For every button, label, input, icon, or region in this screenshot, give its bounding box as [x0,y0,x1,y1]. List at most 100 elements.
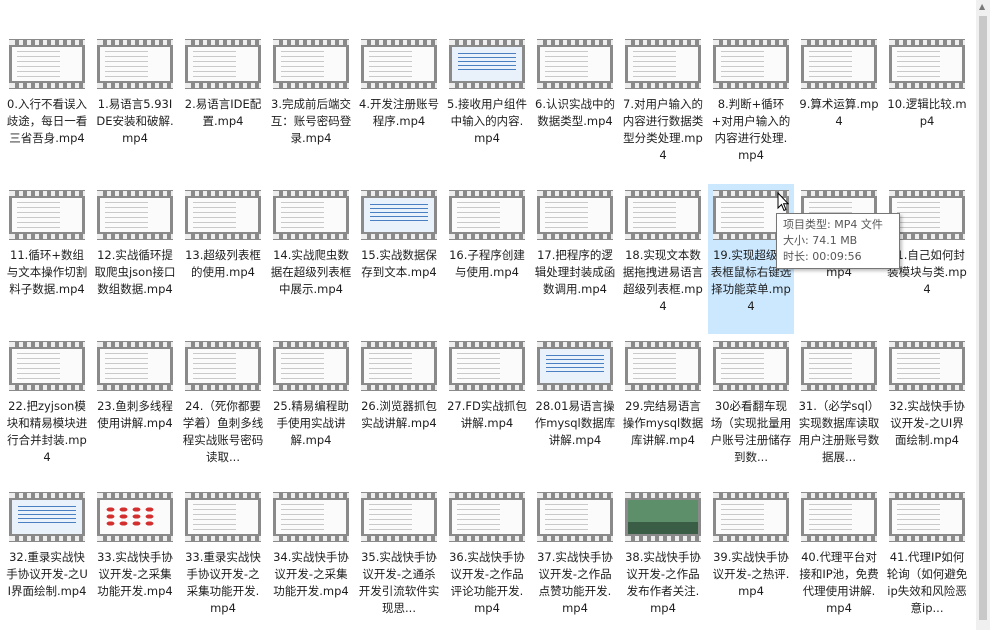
file-item[interactable]: 10.逻辑比较.mp4 [884,33,970,183]
file-item[interactable]: 0.入行不看误入歧途，每日一看三省吾身.mp4 [4,33,90,183]
file-name-label: 12.实战循环提取爬虫json接口数组数据.mp4 [94,248,176,296]
file-item[interactable]: 13.超级列表框的使用.mp4 [180,184,266,334]
file-item[interactable]: 12.实战循环提取爬虫json接口数组数据.mp4 [92,184,178,334]
file-name-label: 16.子程序创建与使用.mp4 [449,248,525,279]
video-thumbnail-icon [97,190,173,240]
file-name-label: 10.逻辑比较.mp4 [887,97,967,128]
file-name-label: 36.实战快手协议开发-之作品评论功能开发.mp4 [449,550,525,615]
file-item[interactable]: 1.易语言5.93IDE安装和破解.mp4 [92,33,178,183]
file-item[interactable]: 30必看翻车现场（实现批量用户账号注册储存到数... [708,335,794,485]
file-item[interactable]: 2.易语言IDE配置.mp4 [180,33,266,183]
file-item[interactable]: 28.01易语言操作mysql数据库讲解.mp4 [532,335,618,485]
file-item[interactable]: 22.把zyjson模块和精易模块进行合并封装.mp4 [4,335,90,485]
file-name-label: 24.（死你都要学着）鱼刺多线程实战账号密码读取... [182,399,264,464]
file-item[interactable]: 3.完成前后端交互：账号密码登录.mp4 [268,33,354,183]
file-item[interactable]: 7.对用户输入的内容进行数据类型分类处理.mp4 [620,33,706,183]
file-name-label: 32.实战快手协议开发-之UI界面绘制.mp4 [889,399,965,447]
file-item[interactable]: 24.（死你都要学着）鱼刺多线程实战账号密码读取... [180,335,266,485]
file-name-label: 22.把zyjson模块和精易模块进行合并封装.mp4 [6,399,88,464]
video-thumbnail-icon [625,492,701,542]
file-item[interactable]: 36.实战快手协议开发-之作品评论功能开发.mp4 [444,486,530,630]
video-thumbnail-icon [273,341,349,391]
file-view-large-icons: 0.入行不看误入歧途，每日一看三省吾身.mp4 1.易语言5.93IDE安装和破解… [0,0,976,630]
file-item[interactable]: 11.循环+数组与文本操作切割料子数据.mp4 [4,184,90,334]
file-name-label: 1.易语言5.93IDE安装和破解.mp4 [96,97,174,145]
file-item[interactable]: 8.判断+循环+对用户输入的内容进行处理.mp4 [708,33,794,183]
file-name-label: 28.01易语言操作mysql数据库讲解.mp4 [534,399,616,447]
file-name-label: 2.易语言IDE配置.mp4 [184,97,262,128]
file-item[interactable]: 27.FD实战抓包讲解.mp4 [444,335,530,485]
file-name-label: 11.循环+数组与文本操作切割料子数据.mp4 [6,248,88,296]
file-name-label: 40.代理平台对接和IP池，免费代理使用讲解.mp4 [799,550,879,615]
file-name-label: 37.实战快手协议开发-之作品点赞功能开发.mp4 [537,550,613,615]
video-thumbnail-icon [97,39,173,89]
file-item[interactable]: 38.实战快手协议开发-之作品发布作者关注.mp4 [620,486,706,630]
file-item[interactable]: 26.浏览器抓包实战讲解.mp4 [356,335,442,485]
file-item[interactable]: 18.实现文本数据拖拽进易语言超级列表框.mp4 [620,184,706,334]
file-item[interactable]: 17.把程序的逻辑处理封装成函数调用.mp4 [532,184,618,334]
video-thumbnail-icon [185,190,261,240]
file-item[interactable]: 15.实战数据保存到文本.mp4 [356,184,442,334]
video-thumbnail-icon [801,492,877,542]
file-item[interactable]: 31.（必学sql）实现数据库读取用户注册账号数据展... [796,335,882,485]
video-thumbnail-icon [889,492,965,542]
video-thumbnail-icon [9,341,85,391]
video-thumbnail-icon [537,190,613,240]
file-name-label: 4.开发注册账号程序.mp4 [359,97,439,128]
file-name-label: 9.算术运算.mp4 [799,97,879,128]
file-item[interactable]: 32.实战快手协议开发-之UI界面绘制.mp4 [884,335,970,485]
file-name-label: 0.入行不看误入歧途，每日一看三省吾身.mp4 [6,97,88,145]
video-thumbnail-icon [625,39,701,89]
file-item[interactable]: 4.开发注册账号程序.mp4 [356,33,442,183]
file-item[interactable]: 25.精易编程助手使用实战讲解.mp4 [268,335,354,485]
file-item[interactable]: 39.实战快手协议开发-之热评.mp4 [708,486,794,630]
file-item[interactable]: 16.子程序创建与使用.mp4 [444,184,530,334]
video-thumbnail-icon [361,190,437,240]
video-thumbnail-icon [889,190,965,240]
file-item[interactable]: 34.实战快手协议开发-之采集功能开发.mp4 [268,486,354,630]
file-name-label: 18.实现文本数据拖拽进易语言超级列表框.mp4 [622,248,704,313]
file-item[interactable]: 14.实战爬虫数据在超级列表框中展示.mp4 [268,184,354,334]
file-item[interactable]: 23.鱼刺多线程使用讲解.mp4 [92,335,178,485]
file-name-label: 7.对用户输入的内容进行数据类型分类处理.mp4 [622,97,704,162]
video-thumbnail-icon [9,39,85,89]
file-name-label: 35.实战快手协议开发-之通杀开发引流软件实现思... [358,550,440,615]
video-thumbnail-icon [273,39,349,89]
video-thumbnail-icon [185,341,261,391]
file-item[interactable]: 41.代理IP如何轮询（如何避免ip失效和风险恶意ip... [884,486,970,630]
file-item[interactable]: 9.算术运算.mp4 [796,33,882,183]
file-item[interactable]: 37.实战快手协议开发-之作品点赞功能开发.mp4 [532,486,618,630]
file-item[interactable]: 29.完结易语言操作mysql数据库讲解.mp4 [620,335,706,485]
file-name-label: 5.接收用户组件中输入的内容.mp4 [447,97,527,145]
video-thumbnail-icon [889,39,965,89]
file-item[interactable]: 6.认识实战中的数据类型.mp4 [532,33,618,183]
file-name-label: 25.精易编程助手使用实战讲解.mp4 [273,399,349,447]
file-item[interactable]: 5.接收用户组件中输入的内容.mp4 [444,33,530,183]
file-item[interactable]: 32.重录实战快手协议开发-之UI界面绘制.mp4 [4,486,90,630]
video-thumbnail-icon [97,492,173,542]
video-thumbnail-icon [449,492,525,542]
video-thumbnail-icon [537,341,613,391]
file-name-label: 38.实战快手协议开发-之作品发布作者关注.mp4 [625,550,701,615]
file-item[interactable]: 35.实战快手协议开发-之通杀开发引流软件实现思... [356,486,442,630]
tooltip-item-type: 项目类型: MP4 文件 [783,218,883,231]
file-item[interactable]: 33.实战快手协议开发-之采集功能开发.mp4 [92,486,178,630]
video-thumbnail-icon [185,492,261,542]
video-thumbnail-icon [361,492,437,542]
vertical-scrollbar[interactable]: ▲ [976,0,990,630]
video-thumbnail-icon [449,190,525,240]
file-item[interactable]: 33.重录实战快手协议开发-之采集功能开发.mp4 [180,486,266,630]
file-item[interactable]: 40.代理平台对接和IP池，免费代理使用讲解.mp4 [796,486,882,630]
file-name-label: 17.把程序的逻辑处理封装成函数调用.mp4 [534,248,616,296]
video-thumbnail-icon [273,492,349,542]
scroll-thumb[interactable] [979,16,987,620]
video-thumbnail-icon [889,341,965,391]
file-name-label: 32.重录实战快手协议开发-之UI界面绘制.mp4 [6,550,88,598]
file-name-label: 34.实战快手协议开发-之采集功能开发.mp4 [273,550,349,598]
file-name-label: 8.判断+循环+对用户输入的内容进行处理.mp4 [711,97,791,162]
file-name-label: 15.实战数据保存到文本.mp4 [361,248,437,279]
scroll-up-arrow-icon[interactable]: ▲ [979,2,985,12]
file-name-label: 31.（必学sql）实现数据库读取用户注册账号数据展... [798,399,880,464]
video-thumbnail-icon [625,341,701,391]
file-name-label: 23.鱼刺多线程使用讲解.mp4 [97,399,173,430]
